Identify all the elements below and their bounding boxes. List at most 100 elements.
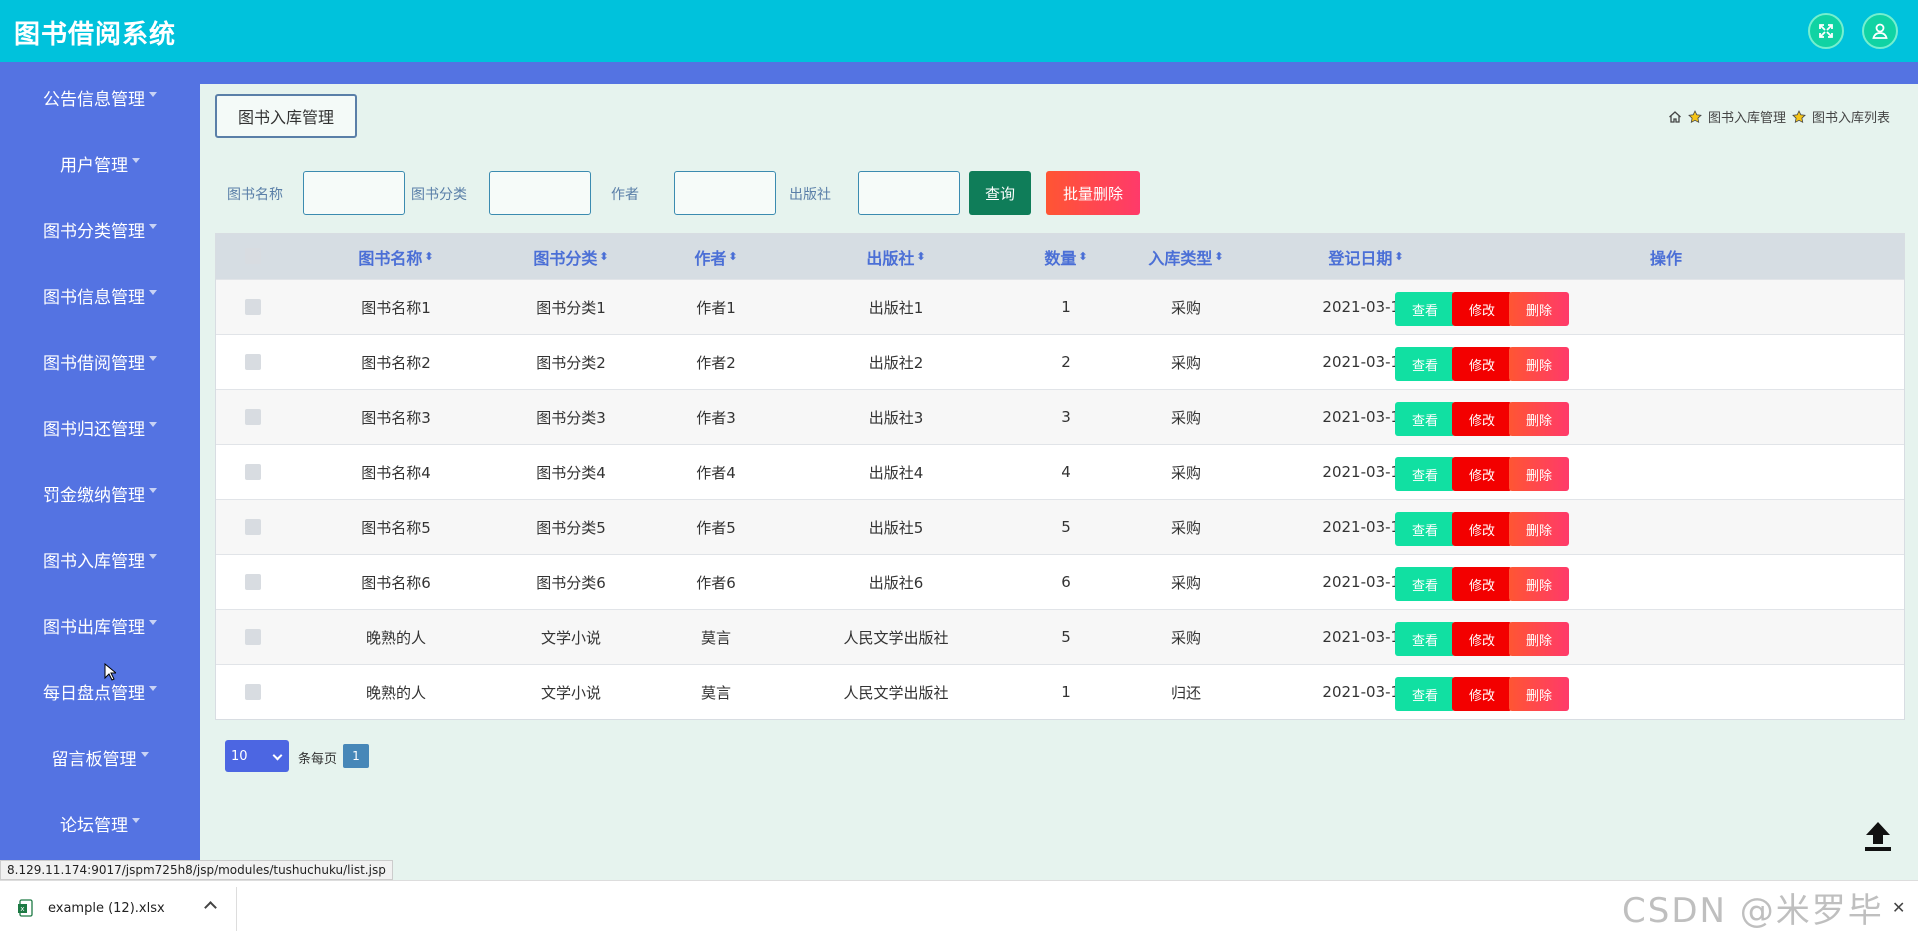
- column-header-quantity[interactable]: 数量 ⬍: [1016, 234, 1116, 279]
- cell-quantity: 6: [1061, 573, 1071, 591]
- sidebar-item-users[interactable]: 用户管理: [0, 143, 200, 183]
- sidebar-item-daily-inventory[interactable]: 每日盘点管理: [0, 671, 200, 711]
- sort-icon: ⬍: [1078, 250, 1088, 263]
- row-checkbox[interactable]: [245, 464, 261, 480]
- caret-down-icon: [149, 91, 157, 97]
- chevron-up-icon[interactable]: [204, 901, 217, 914]
- view-button[interactable]: 查看: [1395, 567, 1455, 601]
- caret-down-icon: [149, 421, 157, 427]
- sidebar-item-fines[interactable]: 罚金缴纳管理: [0, 473, 200, 513]
- author-input[interactable]: [674, 171, 776, 215]
- cell-quantity: 3: [1061, 408, 1071, 426]
- row-checkbox[interactable]: [245, 354, 261, 370]
- book-name-input[interactable]: [303, 171, 405, 215]
- view-button[interactable]: 查看: [1395, 347, 1455, 381]
- edit-button[interactable]: 修改: [1452, 347, 1512, 381]
- bulk-delete-button[interactable]: 批量删除: [1046, 171, 1140, 215]
- sidebar-item-announcements[interactable]: 公告信息管理: [0, 77, 200, 117]
- edit-button[interactable]: 修改: [1452, 622, 1512, 656]
- fullscreen-icon[interactable]: [1808, 13, 1844, 49]
- breadcrumb-item-stock-in-management[interactable]: 图书入库管理: [1708, 107, 1786, 126]
- column-header-label: 数量: [1044, 248, 1077, 268]
- delete-button[interactable]: 删除: [1509, 622, 1569, 656]
- delete-button[interactable]: 删除: [1509, 512, 1569, 546]
- cell-book-name: 图书名称1: [361, 298, 431, 317]
- close-icon[interactable]: ✕: [1892, 898, 1905, 917]
- edit-button[interactable]: 修改: [1452, 677, 1512, 711]
- cell-category: 文学小说: [540, 628, 601, 647]
- publisher-input[interactable]: [858, 171, 960, 215]
- caret-down-icon: [132, 817, 140, 823]
- per-page-label: 条每页: [298, 752, 338, 767]
- delete-button[interactable]: 删除: [1509, 677, 1569, 711]
- row-checkbox[interactable]: [245, 299, 261, 315]
- category-label: 图书分类: [411, 187, 467, 203]
- upload-icon[interactable]: [1860, 818, 1896, 854]
- delete-button[interactable]: 删除: [1509, 347, 1569, 381]
- cell-stock-in-type: 采购: [1170, 298, 1201, 317]
- sidebar-item-forum[interactable]: 论坛管理: [0, 803, 200, 843]
- sidebar-item-message-board[interactable]: 留言板管理: [0, 737, 200, 777]
- page-size-select[interactable]: 10: [225, 740, 289, 772]
- sidebar-item-label: 罚金缴纳管理: [43, 485, 145, 506]
- delete-button[interactable]: 删除: [1509, 292, 1569, 326]
- caret-down-icon: [149, 223, 157, 229]
- page-title-tab[interactable]: 图书入库管理: [215, 94, 357, 138]
- row-checkbox[interactable]: [245, 519, 261, 535]
- sidebar-item-stock-in[interactable]: 图书入库管理: [0, 539, 200, 579]
- sidebar-item-book-categories[interactable]: 图书分类管理: [0, 209, 200, 249]
- sidebar-item-returns[interactable]: 图书归还管理: [0, 407, 200, 447]
- download-item[interactable]: x example (12).xlsx: [18, 899, 165, 917]
- edit-button[interactable]: 修改: [1452, 512, 1512, 546]
- cell-stock-in-type: 采购: [1170, 628, 1201, 647]
- view-button[interactable]: 查看: [1395, 402, 1455, 436]
- sort-icon: ⬍: [599, 250, 609, 263]
- caret-down-icon: [149, 685, 157, 691]
- cell-stock-in-type: 采购: [1170, 573, 1201, 592]
- view-button[interactable]: 查看: [1395, 677, 1455, 711]
- delete-button[interactable]: 删除: [1509, 457, 1569, 491]
- delete-button[interactable]: 删除: [1509, 567, 1569, 601]
- select-all-checkbox[interactable]: [245, 248, 261, 264]
- user-icon[interactable]: [1862, 13, 1898, 49]
- view-button[interactable]: 查看: [1395, 292, 1455, 326]
- view-button[interactable]: 查看: [1395, 512, 1455, 546]
- row-checkbox[interactable]: [245, 409, 261, 425]
- column-header-label: 操作: [1649, 248, 1682, 268]
- stock-in-table: 图书名称 ⬍ 图书分类 ⬍ 作者 ⬍ 出版社 ⬍ 数量 ⬍ 入库类型 ⬍ 登记日期 ⬍ 操作 …: [215, 233, 1905, 720]
- caret-down-icon: [149, 355, 157, 361]
- sidebar-item-borrowing[interactable]: 图书借阅管理: [0, 341, 200, 381]
- column-header-register-date[interactable]: 登记日期 ⬍: [1256, 234, 1476, 279]
- view-button[interactable]: 查看: [1395, 622, 1455, 656]
- edit-button[interactable]: 修改: [1452, 567, 1512, 601]
- column-header-author[interactable]: 作者 ⬍: [656, 234, 776, 279]
- edit-button[interactable]: 修改: [1452, 402, 1512, 436]
- edit-button[interactable]: 修改: [1452, 292, 1512, 326]
- column-header-category[interactable]: 图书分类 ⬍: [491, 234, 651, 279]
- cell-publisher: 出版社2: [868, 353, 924, 372]
- row-checkbox[interactable]: [245, 629, 261, 645]
- column-header-book-name[interactable]: 图书名称 ⬍: [316, 234, 476, 279]
- star-icon: [1792, 109, 1806, 123]
- table-row: 晚熟的人 文学小说 莫言 人民文学出版社 5 采购 2021-03-12 查看 修改 删除: [216, 609, 1904, 664]
- delete-button[interactable]: 删除: [1509, 402, 1569, 436]
- row-checkbox[interactable]: [245, 574, 261, 590]
- category-input[interactable]: [489, 171, 591, 215]
- column-header-stock-in-type[interactable]: 入库类型 ⬍: [1116, 234, 1256, 279]
- edit-button[interactable]: 修改: [1452, 457, 1512, 491]
- sidebar-item-label: 图书出库管理: [43, 617, 145, 638]
- query-button[interactable]: 查询: [969, 171, 1031, 215]
- breadcrumb-item-stock-in-list: 图书入库列表: [1811, 111, 1890, 126]
- sort-icon: ⬍: [916, 250, 926, 263]
- sidebar-item-stock-out[interactable]: 图书出库管理: [0, 605, 200, 645]
- view-button[interactable]: 查看: [1395, 457, 1455, 491]
- column-header-publisher[interactable]: 出版社 ⬍: [796, 234, 996, 279]
- page-size-value: 10: [231, 748, 248, 764]
- cell-book-name: 晚熟的人: [365, 683, 426, 702]
- cell-quantity: 2: [1061, 353, 1071, 371]
- sidebar-item-book-info[interactable]: 图书信息管理: [0, 275, 200, 315]
- home-icon[interactable]: [1668, 110, 1682, 124]
- row-checkbox[interactable]: [245, 684, 261, 700]
- page-number-button[interactable]: 1: [343, 744, 369, 768]
- svg-text:x: x: [20, 905, 24, 913]
